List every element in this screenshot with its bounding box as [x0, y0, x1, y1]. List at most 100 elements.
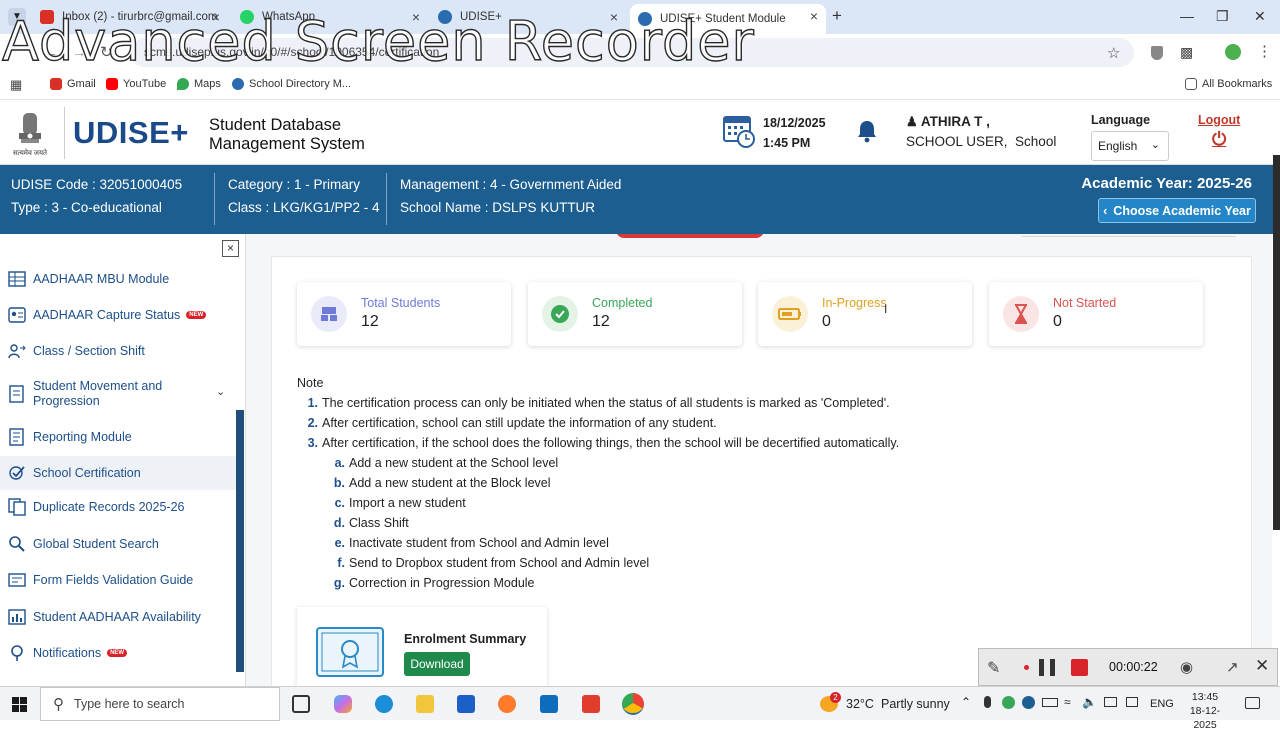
stat-card-not-started: Not Started 0	[989, 282, 1203, 346]
tab-gmail[interactable]: Inbox (2) - tirurbrc@gmail.com ×	[32, 5, 228, 29]
sidebar-scrollbar[interactable]	[236, 410, 244, 672]
chevron-down-icon[interactable]: ⌄	[216, 385, 225, 398]
sidebar-item-label: Duplicate Records 2025-26	[33, 500, 185, 514]
tab-udise-student-module[interactable]: UDISE+ Student Module ×	[630, 4, 826, 34]
choose-year-label: Choose Academic Year	[1113, 203, 1251, 218]
note-text: The certification process can only be in…	[322, 396, 890, 410]
close-icon[interactable]: ×	[610, 9, 618, 25]
edge-icon[interactable]	[375, 695, 393, 713]
all-bookmarks[interactable]: All Bookmarks	[1185, 78, 1272, 90]
sidebar-item-aadhaar-mbu[interactable]: AADHAAR MBU Module	[0, 267, 236, 291]
sidebar-item-form-fields[interactable]: Form Fields Validation Guide	[0, 568, 236, 592]
forward-icon[interactable]: →	[72, 44, 86, 60]
sidebar-item-student-aadhaar[interactable]: Student AADHAAR Availability	[0, 605, 236, 629]
taskbar-search[interactable]: ⚲ Type here to search	[40, 687, 280, 721]
info-col-management: Management : 4 - Government Aided School…	[400, 173, 621, 219]
check-circle-icon	[542, 296, 578, 332]
sidebar-item-global-search[interactable]: Global Student Search	[0, 532, 236, 556]
download-button[interactable]: Download	[404, 652, 470, 676]
bookmark-gmail[interactable]: Gmail	[50, 78, 96, 90]
language-label: Language	[1091, 113, 1151, 127]
chevron-up-icon[interactable]: ⌃	[961, 695, 971, 709]
copilot-icon[interactable]	[334, 695, 352, 713]
new-tab-button[interactable]: +	[832, 6, 842, 26]
sidebar-item-label: Class / Section Shift	[33, 344, 145, 358]
bookmark-maps[interactable]: Maps	[177, 78, 221, 90]
camera-icon[interactable]: ◉	[1180, 658, 1193, 676]
sidebar-item-label: Student AADHAAR Availability	[33, 610, 201, 624]
bookmark-star-icon[interactable]: ☆	[1107, 44, 1120, 62]
pause-button[interactable]	[1039, 659, 1055, 676]
bookmark-school-directory[interactable]: School Directory M...	[232, 78, 351, 90]
stat-label: In-Progress	[822, 296, 887, 310]
pen-icon[interactable]: ✎	[987, 658, 1000, 678]
task-view-icon[interactable]	[292, 695, 310, 713]
extension-shield-icon[interactable]	[1151, 46, 1163, 60]
wifi-icon[interactable]: ≈	[1064, 695, 1071, 709]
stop-button[interactable]	[1071, 659, 1088, 676]
sidebar-item-reporting[interactable]: Reporting Module	[0, 425, 236, 449]
sidebar-item-duplicate-records[interactable]: Duplicate Records 2025-26	[0, 495, 236, 519]
notification-center-icon[interactable]	[1245, 697, 1260, 709]
close-icon[interactable]: ×	[212, 9, 220, 25]
volume-icon[interactable]: 🔈	[1082, 695, 1097, 709]
sidebar-item-aadhaar-capture[interactable]: AADHAAR Capture Status NEW	[0, 303, 236, 327]
file-explorer-icon[interactable]	[416, 695, 434, 713]
bookmark-youtube[interactable]: YouTube	[106, 78, 166, 90]
page-scrollbar[interactable]	[1273, 155, 1280, 530]
notification-bell-icon[interactable]	[856, 119, 878, 148]
url-field[interactable]: scms.udiseplus.gov.in/g0/#/school/100635…	[130, 38, 1134, 67]
restore-icon[interactable]: ❐	[1216, 8, 1229, 25]
input-language[interactable]: ENG	[1150, 698, 1174, 710]
battery-icon[interactable]	[1042, 698, 1058, 707]
profile-avatar[interactable]	[1225, 44, 1241, 60]
app-name-line1: Student Database	[209, 116, 342, 134]
wps-icon[interactable]	[582, 695, 600, 713]
microphone-icon[interactable]	[984, 696, 991, 708]
udise-logo: UDISE+	[64, 107, 189, 159]
close-icon[interactable]: ×	[810, 8, 818, 24]
note-text: Inactivate student from School and Admin…	[349, 536, 609, 550]
top-field-partial	[1022, 234, 1236, 237]
reload-icon[interactable]: ↻	[100, 43, 113, 61]
school-type: Type : 3 - Co-educational	[11, 200, 162, 215]
sidebar-item-class-shift[interactable]: Class / Section Shift	[0, 339, 236, 363]
note-marker: 1.	[307, 396, 318, 410]
note-subitem: b. Add a new student at the Block level	[333, 476, 551, 490]
sidebar-item-notifications[interactable]: Notifications NEW	[0, 641, 236, 665]
id-card-icon	[8, 306, 26, 324]
firefox-icon[interactable]	[498, 695, 516, 713]
sidebar-close-button[interactable]: ×	[222, 240, 239, 257]
tab-udise[interactable]: UDISE+ ×	[430, 5, 626, 29]
extensions-puzzle-icon[interactable]: ▩	[1180, 44, 1193, 61]
export-icon[interactable]: ↗	[1226, 658, 1239, 676]
apps-grid-icon[interactable]: ▦	[10, 77, 22, 93]
tab-whatsapp[interactable]: WhatsApp ×	[232, 5, 428, 29]
language-select[interactable]: English ⌄	[1091, 131, 1169, 161]
windows-start-icon[interactable]	[12, 697, 27, 715]
sidebar-item-school-certification[interactable]: School Certification	[0, 456, 236, 490]
chrome-icon[interactable]	[622, 693, 644, 715]
display-icon[interactable]	[1104, 697, 1117, 707]
school-management: Management : 4 - Government Aided	[400, 177, 622, 192]
clock[interactable]: 13:45 18-12-2025	[1180, 690, 1230, 732]
tray-app-icon[interactable]	[1022, 696, 1035, 709]
logout-link[interactable]: Logout ⏻	[1198, 113, 1240, 150]
close-icon[interactable]: ✕	[1255, 656, 1269, 676]
tray-app-icon[interactable]	[1002, 696, 1015, 709]
top-action-button-partial[interactable]	[616, 234, 764, 238]
menu-dots-icon[interactable]: ⋮	[1257, 42, 1272, 60]
minimize-icon[interactable]: —	[1180, 8, 1194, 24]
back-icon[interactable]: ←	[44, 44, 58, 60]
close-icon[interactable]: ×	[412, 9, 420, 25]
note-text: After certification, school can still up…	[322, 416, 717, 430]
tab-list-button[interactable]: ▼	[8, 8, 26, 26]
sidebar-item-student-movement[interactable]: Student Movement and Progression ⌄	[0, 374, 236, 414]
outlook-icon[interactable]	[540, 695, 558, 713]
tray-icon[interactable]	[1126, 697, 1138, 707]
document-icon	[8, 385, 26, 403]
choose-academic-year-button[interactable]: ‹ Choose Academic Year	[1098, 198, 1256, 223]
note-item: 3. After certification, if the school doe…	[306, 436, 900, 450]
app-icon[interactable]	[457, 695, 475, 713]
window-close-icon[interactable]: ✕	[1254, 8, 1266, 25]
